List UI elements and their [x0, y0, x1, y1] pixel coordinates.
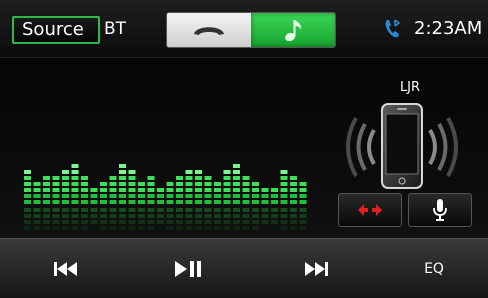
play-pause-icon — [175, 261, 201, 277]
equalizer-bar — [195, 170, 202, 230]
equalizer-bar — [100, 182, 107, 230]
equalizer-bar — [81, 176, 88, 230]
top-bar: Source BT 2:23AM — [0, 0, 488, 58]
equalizer-bar — [233, 164, 240, 230]
equalizer-bar — [271, 188, 278, 224]
equalizer-bar — [33, 182, 41, 230]
tab-music[interactable] — [251, 13, 335, 47]
clock: 2:23AM — [414, 18, 483, 39]
equalizer-bar — [138, 182, 145, 230]
ringing-phone-icon — [346, 103, 458, 189]
equalizer-bar — [52, 176, 60, 230]
source-button[interactable]: Source — [12, 16, 100, 44]
source-value: BT — [104, 19, 127, 39]
microphone-button[interactable] — [408, 193, 472, 227]
equalizer-bar — [24, 170, 31, 230]
playback-controls: EQ — [0, 238, 488, 298]
swap-audio-button[interactable] — [338, 193, 402, 227]
equalizer-bar — [252, 182, 259, 230]
equalizer-bar — [128, 170, 136, 230]
phone-handset-icon — [194, 27, 224, 35]
music-note-icon — [285, 20, 302, 42]
equalizer-bar — [242, 176, 250, 230]
eq-button[interactable]: EQ — [394, 239, 474, 298]
main-panel: LJR — [0, 58, 488, 238]
equalizer-bar — [280, 170, 288, 230]
equalizer-bar — [290, 176, 297, 230]
equalizer-bar — [62, 170, 69, 230]
equalizer-bar — [204, 176, 212, 230]
swap-arrows-icon — [358, 204, 382, 216]
equalizer-bar — [214, 182, 221, 230]
equalizer-bar — [71, 164, 79, 230]
tab-phone[interactable] — [167, 13, 251, 47]
play-pause-button[interactable] — [148, 239, 228, 298]
equalizer-bar — [185, 170, 193, 230]
mode-toggle — [166, 12, 336, 48]
equalizer-bar — [176, 176, 183, 230]
microphone-icon — [433, 199, 447, 221]
equalizer-bar — [166, 182, 174, 230]
skip-previous-icon — [54, 262, 77, 276]
equalizer-bar — [299, 182, 307, 230]
source-button-label: Source — [22, 19, 84, 40]
equalizer-visualizer — [24, 164, 307, 230]
equalizer-bar — [43, 176, 50, 230]
equalizer-bar — [109, 176, 117, 230]
equalizer-bar — [119, 164, 126, 230]
equalizer-bar — [157, 188, 164, 224]
next-track-button[interactable] — [276, 239, 356, 298]
bluetooth-call-icon — [385, 19, 401, 38]
equalizer-bar — [223, 170, 231, 230]
equalizer-bar — [261, 188, 269, 224]
equalizer-bar — [147, 176, 155, 230]
skip-next-icon — [305, 262, 328, 276]
device-name: LJR — [399, 80, 421, 95]
equalizer-bar — [90, 188, 98, 224]
previous-track-button[interactable] — [26, 239, 106, 298]
